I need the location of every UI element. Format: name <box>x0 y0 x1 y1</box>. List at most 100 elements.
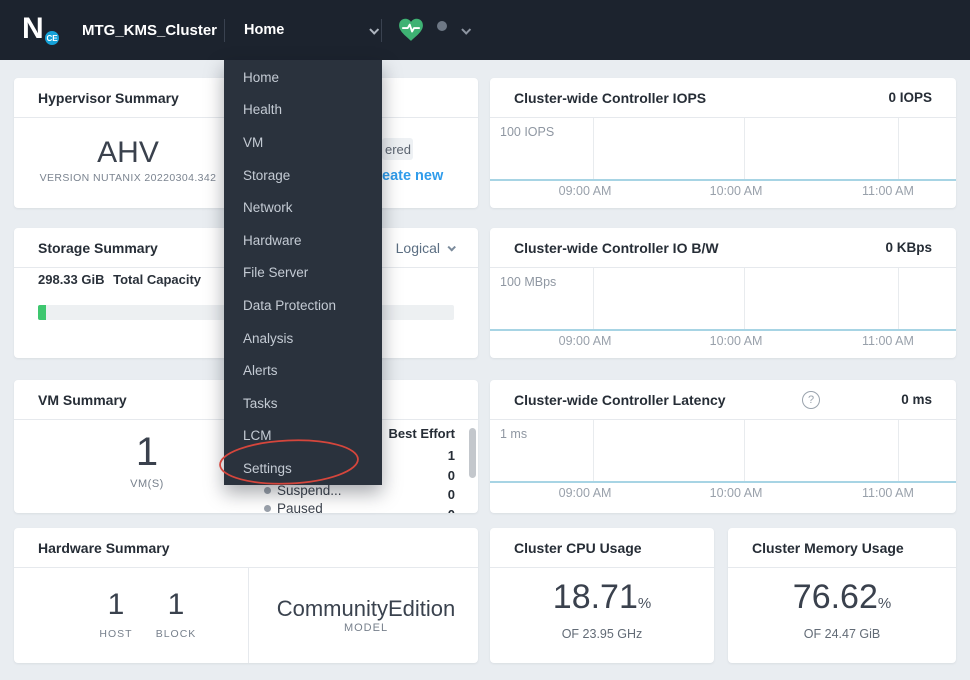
block-stat[interactable]: 1 BLOCK <box>136 588 216 641</box>
card-title: VM Summary <box>38 391 127 408</box>
user-menu-chevron-icon[interactable] <box>461 24 472 35</box>
current-value: 0 ms <box>901 392 932 407</box>
block-label: BLOCK <box>155 628 197 640</box>
gridline <box>898 268 900 331</box>
card-title: Cluster Memory Usage <box>752 539 904 556</box>
memory-percent: 76.62 <box>792 578 878 616</box>
percent-sign: % <box>637 595 652 612</box>
priority-value: 1 <box>447 448 455 463</box>
menu-item-health[interactable]: Health <box>224 94 382 127</box>
model-value: CommunityEdition <box>276 596 456 621</box>
hypervisor-summary-card: Hypervisor Summary AHV VERSION NUTANIX 2… <box>14 78 242 208</box>
menu-item-storage[interactable]: Storage <box>224 159 382 192</box>
vm-count-stat[interactable]: 1 VM(S) <box>92 432 202 490</box>
x-tick: 11:00 AM <box>862 334 914 348</box>
percent-sign: % <box>877 595 892 612</box>
card-title: Cluster-wide Controller IO B/W <box>514 239 719 256</box>
gridline <box>592 118 594 181</box>
y-axis-max-label: 100 MBps <box>500 275 557 289</box>
current-value: 0 IOPS <box>888 90 932 105</box>
priority-value: 0 <box>447 487 455 502</box>
menu-item-lcm[interactable]: LCM <box>224 420 382 453</box>
chevron-down-icon <box>447 242 456 252</box>
gridline <box>592 268 594 331</box>
vm-count-label: VM(S) <box>130 478 164 490</box>
vm-count: 1 <box>135 430 159 474</box>
card-title: Hardware Summary <box>38 539 170 556</box>
zero-series-line <box>490 329 956 331</box>
menu-item-home[interactable]: Home <box>224 61 382 94</box>
cpu-capacity: OF 23.95 GHz <box>561 627 643 641</box>
register-link[interactable]: eate new <box>382 168 443 184</box>
x-tick: 10:00 AM <box>709 334 763 348</box>
capacity-value: 298.33 GiB <box>38 272 105 287</box>
vm-state-row[interactable]: Paused <box>264 501 323 513</box>
vm-state-row[interactable]: Suspend... <box>264 483 342 498</box>
priority-value: 0 <box>447 467 455 483</box>
health-heart-icon[interactable] <box>398 18 424 47</box>
x-axis: 09:00 AM 10:00 AM 11:00 AM <box>490 486 956 504</box>
capacity-label: Total Capacity <box>113 272 202 287</box>
x-axis: 09:00 AM 10:00 AM 11:00 AM <box>490 184 956 202</box>
top-bar: N CE MTG_KMS_Cluster Home <box>0 0 970 60</box>
selector-value: Logical <box>395 239 440 256</box>
menu-item-data-protection[interactable]: Data Protection <box>224 289 382 322</box>
cpu-percent: 18.71 <box>552 578 638 616</box>
y-axis-max-label: 100 IOPS <box>500 125 555 139</box>
x-tick: 09:00 AM <box>558 184 612 198</box>
x-tick: 11:00 AM <box>862 486 914 500</box>
hypervisor-name: AHV <box>97 136 159 169</box>
vm-list-scrollbar[interactable] <box>469 428 476 478</box>
vertical-divider <box>248 568 249 663</box>
x-tick: 10:00 AM <box>709 184 763 198</box>
nutanix-logo[interactable]: N <box>22 12 44 46</box>
controller-iops-card: Cluster-wide Controller IOPS 0 IOPS 100 … <box>490 78 956 208</box>
menu-item-file-server[interactable]: File Server <box>224 257 382 290</box>
x-axis: 09:00 AM 10:00 AM 11:00 AM <box>490 334 956 352</box>
menu-item-tasks[interactable]: Tasks <box>224 387 382 420</box>
nav-dropdown-menu: Home Health VM Storage Network Hardware … <box>224 60 382 485</box>
current-value: 0 KBps <box>885 240 932 255</box>
memory-usage-value: 76.62% <box>728 578 956 617</box>
block-count: 1 <box>167 588 185 621</box>
card-title: Cluster-wide Controller IOPS <box>514 89 707 106</box>
priority-header: Best Effort <box>388 426 455 441</box>
menu-item-alerts[interactable]: Alerts <box>224 354 382 387</box>
cluster-memory-usage-card: Cluster Memory Usage 76.62% OF 24.47 GiB <box>728 528 956 663</box>
menu-item-analysis[interactable]: Analysis <box>224 322 382 355</box>
state-dot-icon <box>264 487 271 494</box>
header-divider <box>224 19 225 42</box>
x-tick: 10:00 AM <box>709 486 763 500</box>
card-title: Cluster CPU Usage <box>514 539 642 556</box>
x-tick: 11:00 AM <box>862 184 914 198</box>
model-label: MODEL <box>343 622 389 634</box>
menu-item-settings[interactable]: Settings <box>224 452 382 485</box>
gridline <box>898 420 900 483</box>
gridline <box>743 268 745 331</box>
header-divider <box>381 19 382 42</box>
zero-series-line <box>490 481 956 483</box>
cluster-cpu-usage-card: Cluster CPU Usage 18.71% OF 23.95 GHz <box>490 528 714 663</box>
zero-series-line <box>490 179 956 181</box>
help-icon[interactable]: ? <box>802 391 820 409</box>
gridline <box>898 118 900 181</box>
controller-iobw-card: Cluster-wide Controller IO B/W 0 KBps 10… <box>490 228 956 358</box>
card-title: Cluster-wide Controller Latency <box>514 391 726 408</box>
menu-item-network[interactable]: Network <box>224 191 382 224</box>
user-menu-icon[interactable] <box>437 21 447 31</box>
y-axis-max-label: 1 ms <box>500 427 528 441</box>
priority-column: Best Effort 1 0 0 0 <box>389 426 455 513</box>
cluster-name[interactable]: MTG_KMS_Cluster <box>82 0 217 60</box>
x-tick: 09:00 AM <box>558 486 612 500</box>
menu-item-vm[interactable]: VM <box>224 126 382 159</box>
iobw-chart-plot: 100 MBps <box>490 268 956 331</box>
hardware-summary-card: Hardware Summary 1 HOST 1 BLOCK Communit… <box>14 528 478 663</box>
menu-item-hardware[interactable]: Hardware <box>224 224 382 257</box>
latency-chart-plot: 1 ms <box>490 420 956 483</box>
gridline <box>592 420 594 483</box>
page-selector-home[interactable]: Home <box>244 0 380 60</box>
iops-chart-plot: 100 IOPS <box>490 118 956 181</box>
storage-view-selector[interactable]: Logical <box>395 239 456 256</box>
card-title: Storage Summary <box>38 239 158 256</box>
card-title: Hypervisor Summary <box>38 89 179 106</box>
